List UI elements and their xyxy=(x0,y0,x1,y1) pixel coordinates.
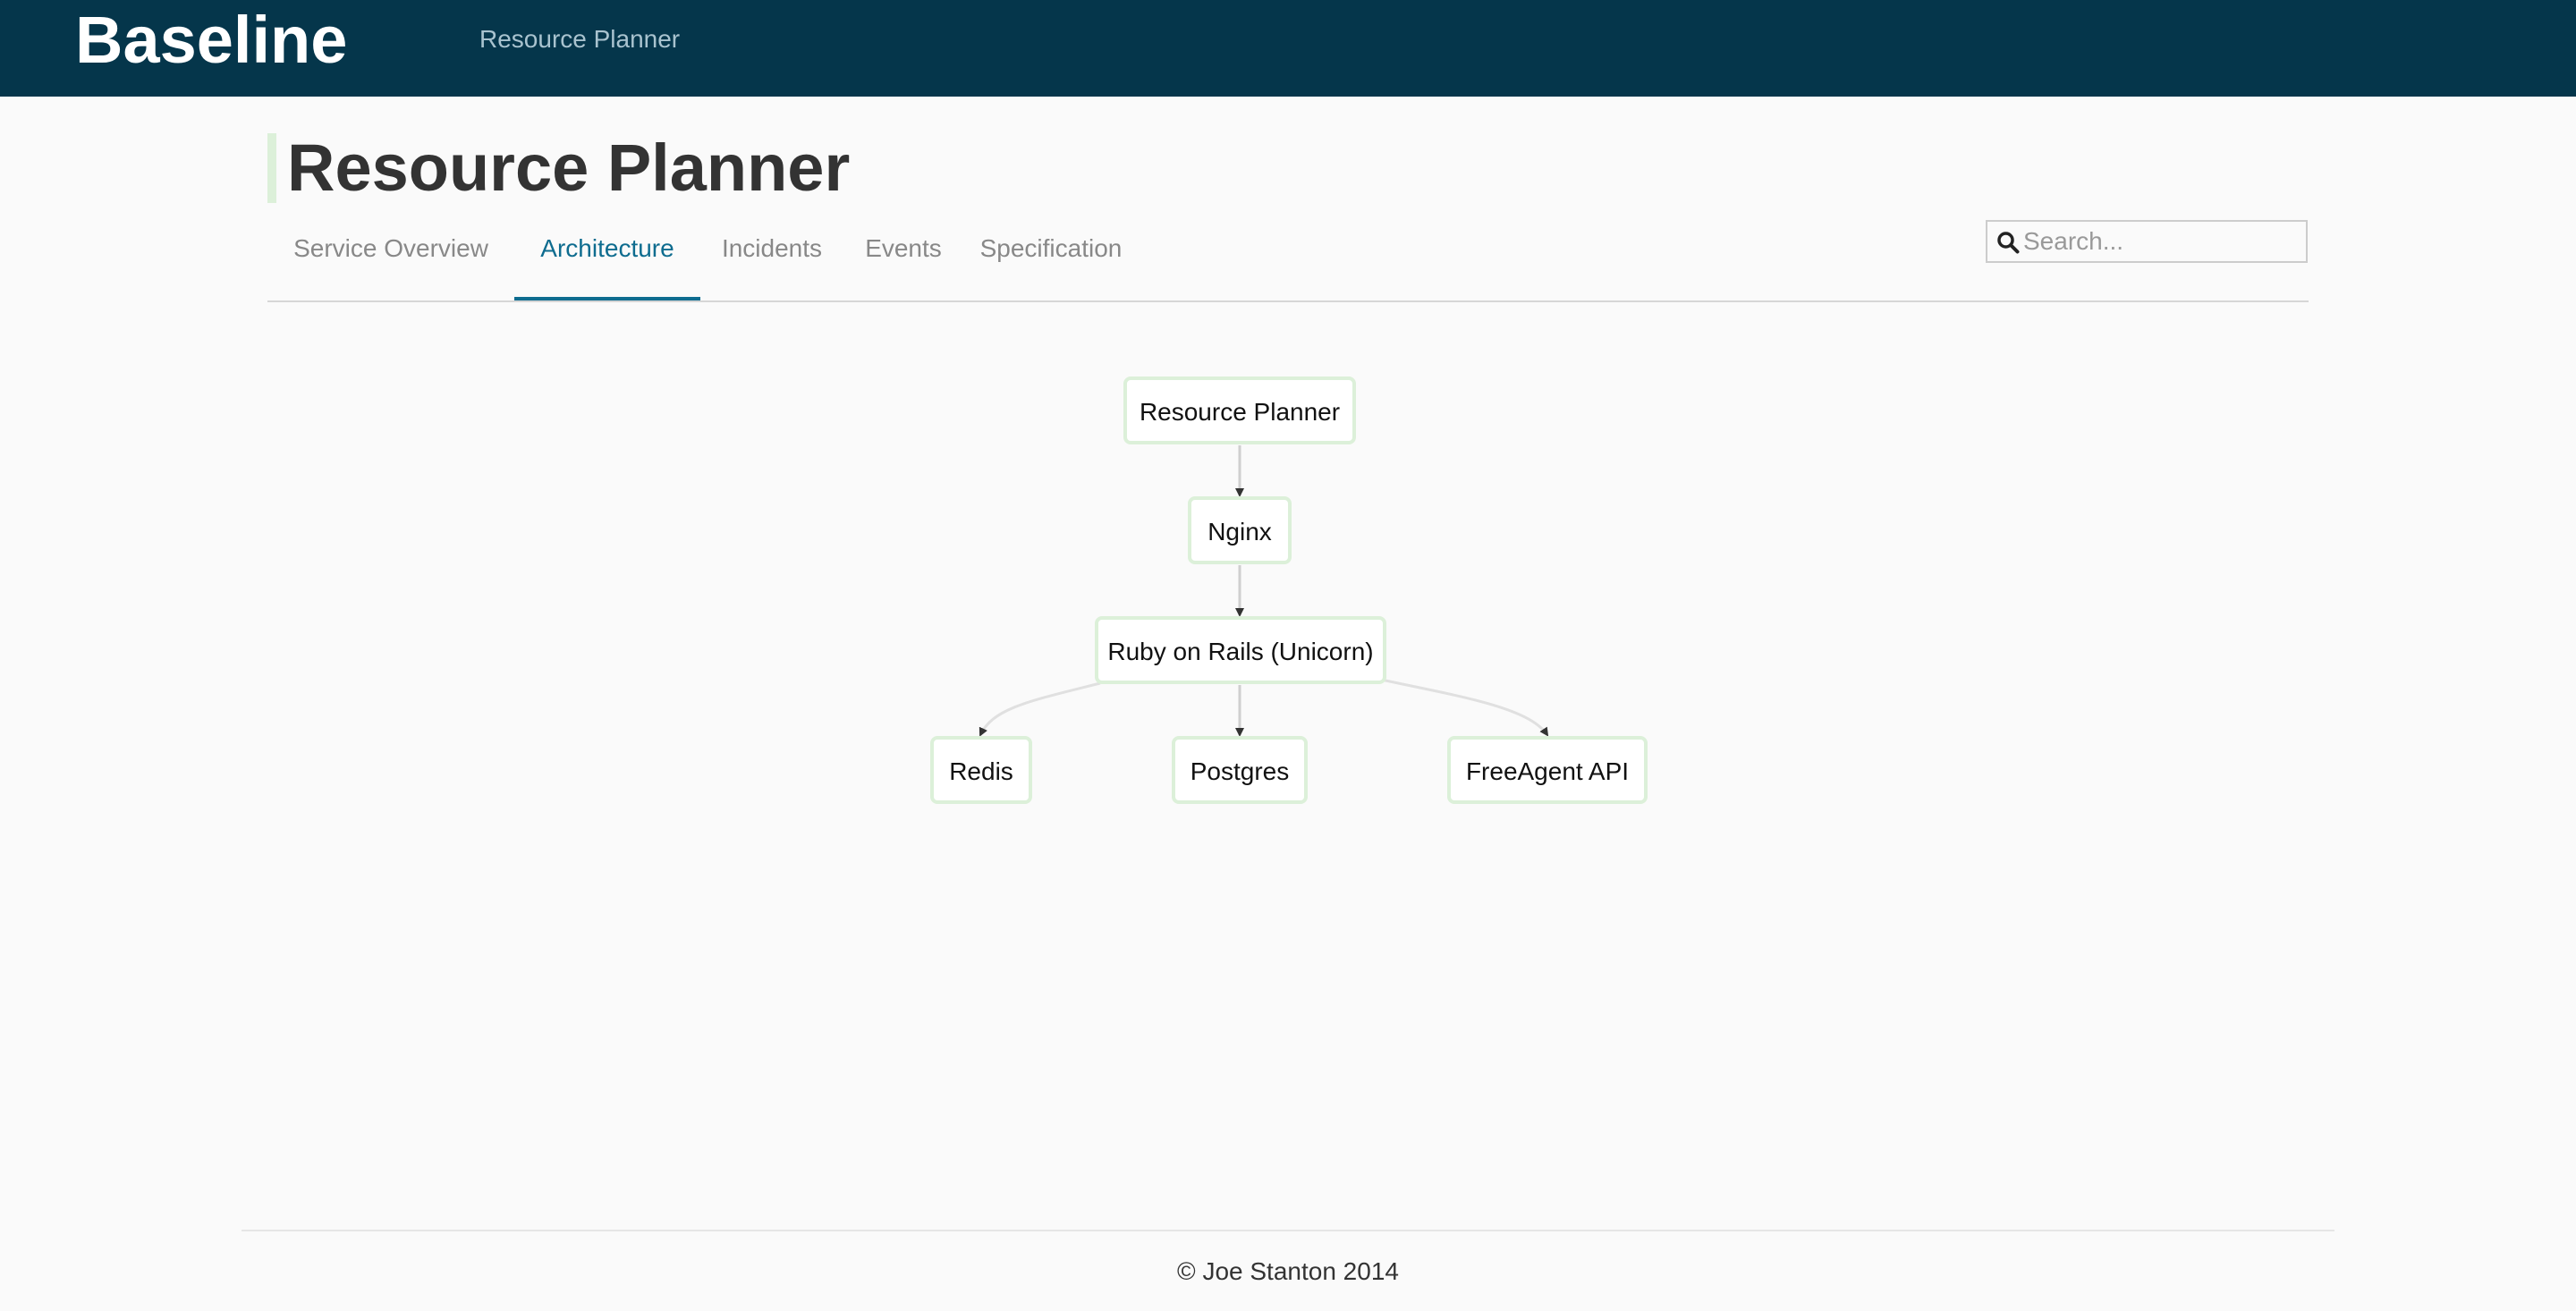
page-header: Resource Planner xyxy=(267,132,850,204)
footer-divider xyxy=(242,1230,2334,1231)
node-resource-planner: Resource Planner xyxy=(1123,376,1356,444)
tab-incidents[interactable]: Incidents xyxy=(700,215,843,300)
node-freeagent-api: FreeAgent API xyxy=(1447,736,1648,804)
title-accent-bar xyxy=(267,133,276,203)
nav-link-resource-planner[interactable]: Resource Planner xyxy=(479,25,680,54)
node-redis: Redis xyxy=(930,736,1032,804)
edge-rails-freeagent xyxy=(1380,678,1549,737)
search-icon xyxy=(1997,232,2020,254)
node-postgres: Postgres xyxy=(1172,736,1308,804)
brand-logo[interactable]: Baseline xyxy=(75,0,347,80)
page-title: Resource Planner xyxy=(287,131,851,205)
search-input[interactable] xyxy=(2023,224,2301,259)
tab-specification[interactable]: Specification xyxy=(963,215,1139,300)
top-navbar: Baseline Resource Planner xyxy=(0,0,2576,97)
edge-rails-redis xyxy=(979,681,1101,737)
search-box xyxy=(1986,220,2308,263)
node-ruby-on-rails: Ruby on Rails (Unicorn) xyxy=(1095,616,1386,684)
tab-architecture[interactable]: Architecture xyxy=(514,215,700,300)
footer-copyright: © Joe Stanton 2014 xyxy=(1177,1257,1399,1285)
node-nginx: Nginx xyxy=(1188,496,1292,564)
tab-service-overview[interactable]: Service Overview xyxy=(267,215,514,300)
tab-events[interactable]: Events xyxy=(843,215,963,300)
